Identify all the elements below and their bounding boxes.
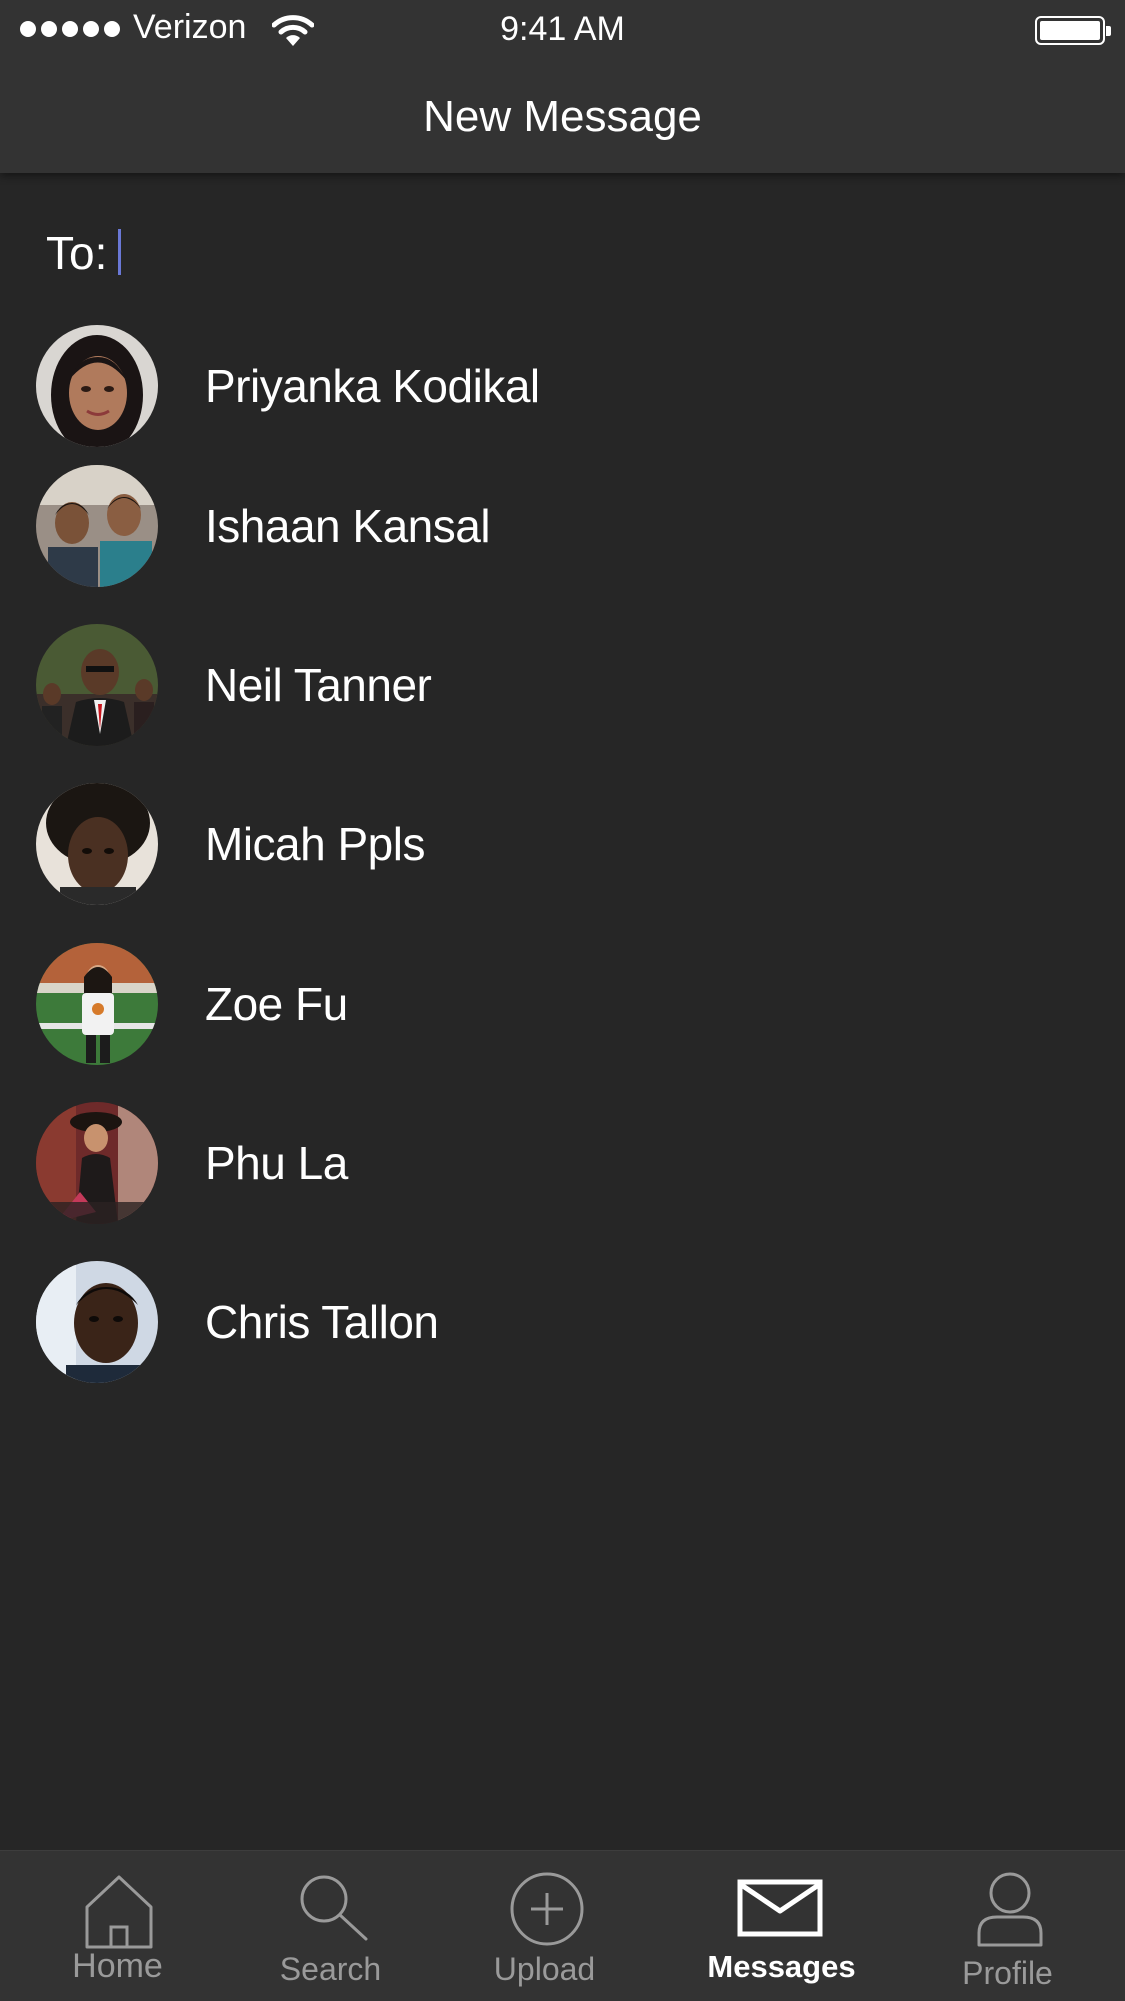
avatar: [36, 1261, 158, 1383]
contact-name: Ishaan Kansal: [205, 500, 491, 552]
tab-label-profile: Profile: [962, 1955, 1053, 1991]
avatar: [36, 783, 158, 905]
home-icon: [85, 1875, 153, 1949]
tab-label-upload: Upload: [493, 1951, 596, 1987]
avatar: [36, 325, 158, 447]
avatar: [36, 943, 158, 1065]
contact-row[interactable]: Ishaan Kansal: [0, 463, 1125, 589]
contact-name: Phu La: [205, 1137, 348, 1189]
battery-icon: [1035, 16, 1111, 45]
tab-search[interactable]: Search: [218, 1851, 443, 2001]
contact-row[interactable]: Micah Ppls: [0, 781, 1125, 907]
person-icon: [977, 1872, 1043, 1947]
avatar: [36, 465, 158, 587]
tab-label-home: Home: [72, 1947, 163, 1985]
contact-name: Chris Tallon: [205, 1296, 439, 1348]
envelope-icon: [737, 1879, 823, 1937]
upload-icon: [510, 1872, 584, 1946]
page-title: New Message: [423, 92, 702, 141]
search-icon: [300, 1875, 368, 1941]
to-label: To:: [46, 227, 108, 279]
status-bar: Verizon 9:41 AM: [0, 0, 1125, 62]
tab-label-search: Search: [279, 1951, 382, 1987]
tab-messages[interactable]: Messages: [669, 1851, 894, 2001]
text-cursor: [118, 229, 121, 275]
new-message-screen: Verizon 9:41 AM New Message To: Priyanka…: [0, 0, 1125, 2001]
tab-bar: Home Search Upload Messages Profile: [0, 1850, 1125, 2001]
tab-profile[interactable]: Profile: [895, 1851, 1120, 2001]
avatar: [36, 1102, 158, 1224]
contact-row[interactable]: Chris Tallon: [0, 1259, 1125, 1385]
contact-row[interactable]: Phu La: [0, 1100, 1125, 1226]
contact-name: Neil Tanner: [205, 659, 432, 711]
recipient-field[interactable]: To:: [46, 225, 107, 281]
clock: 9:41 AM: [500, 10, 625, 48]
contact-row[interactable]: Neil Tanner: [0, 622, 1125, 748]
header: Verizon 9:41 AM New Message: [0, 0, 1125, 173]
contact-row[interactable]: Priyanka Kodikal: [0, 323, 1125, 449]
tab-label-messages: Messages: [707, 1949, 856, 1984]
contact-name: Micah Ppls: [205, 818, 425, 870]
tab-home[interactable]: Home: [5, 1851, 230, 2001]
avatar: [36, 624, 158, 746]
tab-upload[interactable]: Upload: [432, 1851, 657, 2001]
contact-row[interactable]: Zoe Fu: [0, 941, 1125, 1067]
contact-name: Zoe Fu: [205, 978, 348, 1030]
contact-name: Priyanka Kodikal: [205, 360, 540, 412]
